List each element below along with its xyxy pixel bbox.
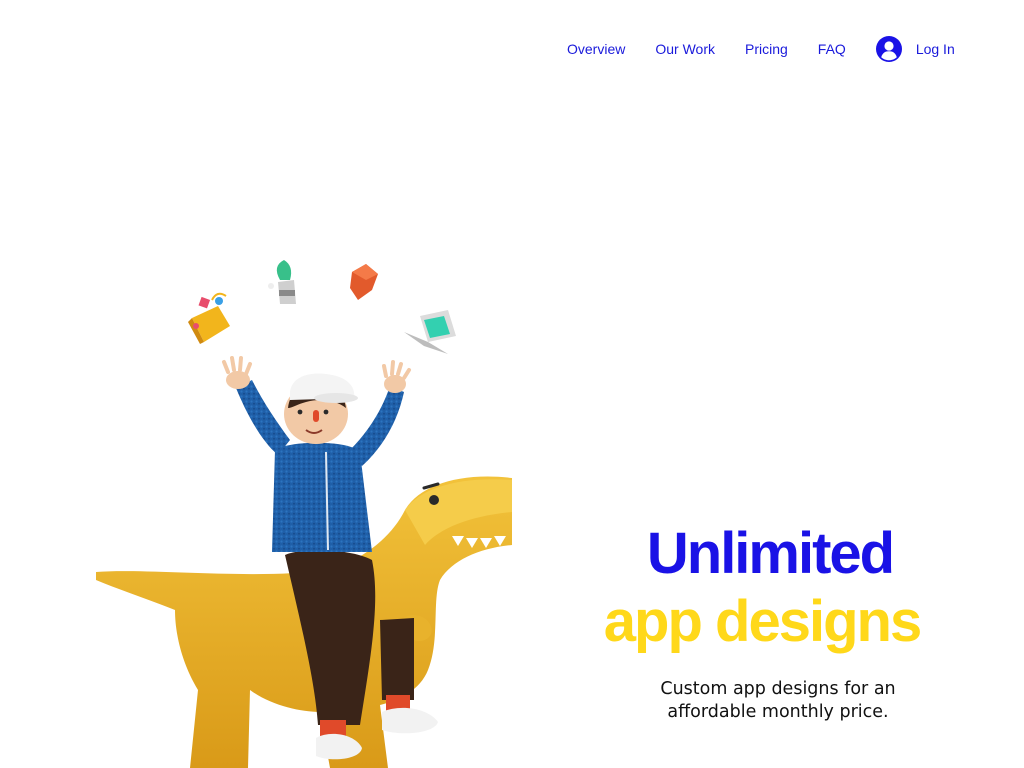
nav-faq[interactable]: FAQ	[818, 41, 846, 57]
nav-our-work[interactable]: Our Work	[655, 41, 715, 57]
user-avatar-icon	[875, 36, 902, 62]
hero-headline: Unlimited app designs	[600, 520, 940, 656]
hero-subtitle: Custom app designs for an affordable mon…	[638, 678, 918, 724]
kid-riding-dinosaur-illustration	[96, 260, 512, 768]
floating-gift-box	[188, 292, 230, 344]
headline-app-designs: app designs	[603, 589, 922, 654]
login-button[interactable]: Log In	[875, 36, 955, 62]
floating-pencil-tip	[350, 264, 378, 300]
headline-unlimited: Unlimited	[646, 521, 895, 586]
nav-pricing[interactable]: Pricing	[745, 41, 788, 57]
main-nav: Overview Our Work Pricing FAQ Log In	[567, 34, 955, 64]
subtitle-line-1: Custom app designs for an	[660, 679, 896, 699]
nav-overview[interactable]: Overview	[567, 41, 625, 57]
login-label: Log In	[915, 41, 955, 57]
floating-paint-tube	[268, 260, 296, 304]
subtitle-line-2: affordable monthly price.	[667, 702, 889, 722]
floating-laptop	[404, 310, 456, 354]
